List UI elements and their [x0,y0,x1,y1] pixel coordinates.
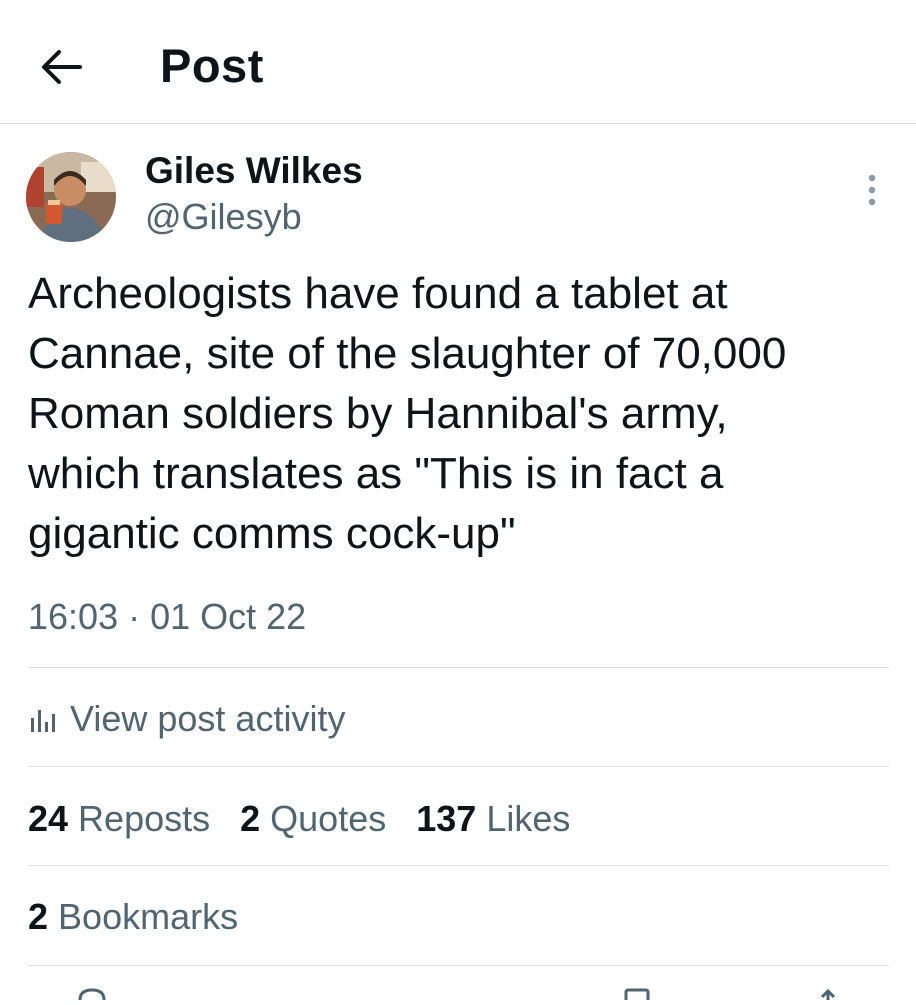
view-activity-label: View post activity [70,698,346,739]
likes-count: 137 [416,798,477,839]
top-bar: Post [0,0,916,124]
more-options-button[interactable] [850,168,894,212]
reposts-count: 24 [28,798,69,839]
analytics-icon [31,710,55,732]
avatar[interactable] [26,152,116,242]
share-icon[interactable] [820,988,836,1000]
bookmark-icon[interactable] [624,988,650,1004]
more-vertical-icon [868,174,876,206]
divider [28,965,889,966]
avatar-photo [26,152,116,242]
action-bar [0,985,916,1004]
back-button[interactable] [34,42,88,92]
divider [28,865,889,866]
arrow-left-icon [42,50,82,84]
divider [28,766,889,767]
likes-label: Likes [486,798,571,839]
reposts-stat[interactable]: 24 Reposts [28,798,210,840]
post-text: Archeologists have found a tablet at Can… [28,269,787,558]
post-timestamp[interactable]: 16:03 · 01 Oct 22 [28,596,306,638]
divider [28,667,889,668]
reposts-label: Reposts [78,798,211,839]
quotes-stat[interactable]: 2 Quotes [240,798,386,840]
bookmarks-label: Bookmarks [58,896,239,937]
likes-stat[interactable]: 137 Likes [416,798,570,840]
author-handle[interactable]: @Gilesyb [145,196,302,238]
page-title: Post [160,39,264,92]
reply-icon[interactable] [78,988,106,1001]
author-name[interactable]: Giles Wilkes [145,150,363,192]
view-activity-link[interactable]: View post activity [28,698,345,740]
bookmarks-count: 2 [28,896,49,937]
quotes-count: 2 [240,798,261,839]
engagement-stats: 24 Reposts 2 Quotes 137 Likes [28,798,600,840]
quotes-label: Quotes [270,798,387,839]
bookmarks-stat[interactable]: 2 Bookmarks [28,896,238,938]
